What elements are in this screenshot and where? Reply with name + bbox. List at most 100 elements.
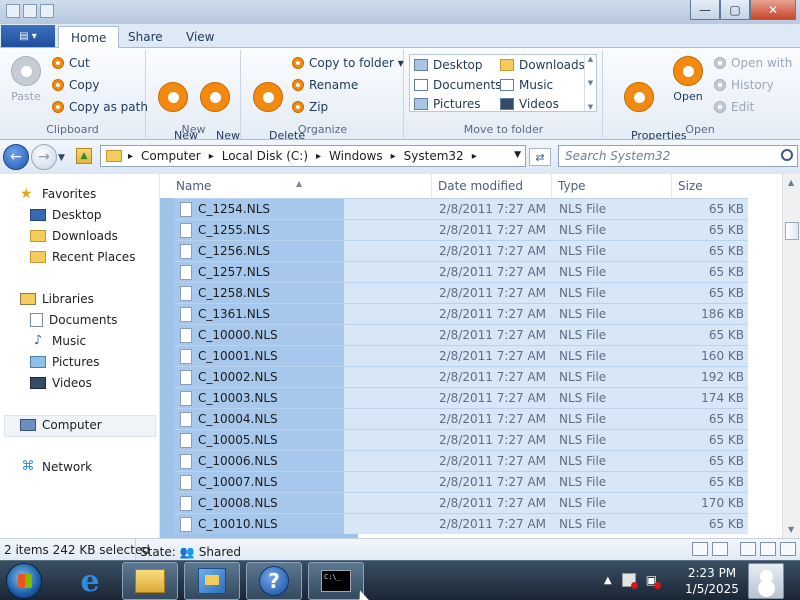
- file-row[interactable]: C_10004.NLS 2/8/2011 7:27 AM NLS File 65 KB: [174, 408, 748, 429]
- tab-share[interactable]: Share: [116, 26, 175, 48]
- refresh-button[interactable]: ⇄: [529, 148, 551, 166]
- nav-recent-places[interactable]: Recent Places: [30, 250, 135, 264]
- file-row[interactable]: C_10007.NLS 2/8/2011 7:27 AM NLS File 65 KB: [174, 471, 748, 492]
- open-with-button[interactable]: Open with: [714, 56, 792, 70]
- breadcrumb-local-disk[interactable]: Local Disk (C:): [222, 149, 316, 163]
- file-row[interactable]: C_10003.NLS 2/8/2011 7:27 AM NLS File 174 K…: [174, 387, 748, 408]
- taskbar-internet-explorer[interactable]: e: [62, 562, 118, 600]
- file-name-cell[interactable]: C_10005.NLS: [174, 430, 344, 450]
- file-name-cell[interactable]: C_10002.NLS: [174, 367, 344, 387]
- scroll-down-icon[interactable]: ▼: [788, 525, 794, 534]
- details-view-icon[interactable]: [692, 542, 708, 556]
- file-name-cell[interactable]: C_1258.NLS: [174, 283, 344, 303]
- maximize-button[interactable]: ▢: [720, 0, 750, 20]
- file-name-cell[interactable]: C_1361.NLS: [174, 304, 344, 324]
- nav-music[interactable]: ♪ Music: [30, 334, 86, 349]
- file-name-cell[interactable]: C_10000.NLS: [174, 325, 344, 345]
- nav-network[interactable]: ⌘ Network: [20, 460, 93, 475]
- column-size[interactable]: Size: [672, 174, 748, 198]
- show-hidden-icons[interactable]: ▲: [604, 575, 612, 586]
- minimize-button[interactable]: —: [690, 0, 720, 20]
- paste-button[interactable]: Paste: [8, 56, 44, 103]
- qat-new-folder-icon[interactable]: [23, 4, 37, 18]
- search-input[interactable]: Search System32: [558, 145, 798, 167]
- file-row[interactable]: C_10010.NLS 2/8/2011 7:27 AM NLS File 65 KB: [174, 513, 748, 534]
- cut-button[interactable]: Cut: [52, 56, 90, 70]
- navigation-pane-toggle-icon[interactable]: [780, 542, 796, 556]
- vertical-scrollbar[interactable]: ▲ ▼: [782, 174, 800, 538]
- up-folder-icon[interactable]: ▲: [76, 148, 92, 164]
- start-button[interactable]: [6, 563, 42, 599]
- nav-computer[interactable]: Computer: [20, 418, 102, 432]
- nav-libraries[interactable]: Libraries: [20, 292, 94, 306]
- file-row[interactable]: C_1254.NLS 2/8/2011 7:27 AM NLS File 65 KB: [174, 198, 748, 219]
- address-dropdown-icon[interactable]: ▼: [514, 150, 521, 160]
- file-name-cell[interactable]: C_10003.NLS: [174, 388, 344, 408]
- taskbar-help[interactable]: ?: [246, 562, 302, 600]
- nav-downloads[interactable]: Downloads: [30, 229, 118, 243]
- nav-documents[interactable]: Documents: [30, 313, 117, 327]
- taskbar-file-explorer[interactable]: [122, 562, 178, 600]
- copy-as-path-button[interactable]: Copy as path: [52, 100, 148, 114]
- file-name-cell[interactable]: C_10006.NLS: [174, 451, 344, 471]
- breadcrumb-separator[interactable]: ▸: [316, 151, 329, 162]
- gallery-up-icon[interactable]: ▲: [588, 55, 593, 63]
- file-row[interactable]: C_10005.NLS 2/8/2011 7:27 AM NLS File 65 KB: [174, 429, 748, 450]
- file-name-cell[interactable]: C_1254.NLS: [174, 199, 344, 219]
- address-input[interactable]: ▸ Computer ▸ Local Disk (C:) ▸ Windows ▸…: [100, 145, 526, 167]
- file-row[interactable]: C_1257.NLS 2/8/2011 7:27 AM NLS File 65 KB: [174, 261, 748, 282]
- action-center-icon[interactable]: [621, 573, 638, 589]
- file-name-cell[interactable]: C_10004.NLS: [174, 409, 344, 429]
- file-row[interactable]: C_10006.NLS 2/8/2011 7:27 AM NLS File 65 KB: [174, 450, 748, 471]
- move-to-desktop[interactable]: Desktop: [414, 58, 483, 72]
- rename-button[interactable]: Rename: [292, 78, 358, 92]
- file-row[interactable]: C_10002.NLS 2/8/2011 7:27 AM NLS File 192 K…: [174, 366, 748, 387]
- file-row[interactable]: C_1255.NLS 2/8/2011 7:27 AM NLS File 65 KB: [174, 219, 748, 240]
- qat-dropdown-icon[interactable]: [40, 4, 54, 18]
- file-name-cell[interactable]: C_1257.NLS: [174, 262, 344, 282]
- preview-pane-icon[interactable]: [740, 542, 756, 556]
- scroll-up-icon[interactable]: ▲: [788, 178, 794, 187]
- file-menu-button[interactable]: ▤ ▾: [1, 25, 55, 47]
- move-to-pictures[interactable]: Pictures: [414, 97, 481, 111]
- copy-to-folder-button[interactable]: Copy to folder ▾: [292, 56, 404, 70]
- move-to-videos[interactable]: Videos: [500, 97, 559, 111]
- breadcrumb-windows[interactable]: Windows: [329, 149, 391, 163]
- zip-button[interactable]: Zip: [292, 100, 328, 114]
- file-row[interactable]: C_10001.NLS 2/8/2011 7:27 AM NLS File 160 K…: [174, 345, 748, 366]
- file-name-cell[interactable]: C_10001.NLS: [174, 346, 344, 366]
- gallery-more-icon[interactable]: ▼: [588, 103, 593, 111]
- recent-locations-dropdown[interactable]: ▼: [58, 153, 65, 163]
- gallery-down-icon[interactable]: ▼: [588, 79, 593, 87]
- file-name-cell[interactable]: C_1255.NLS: [174, 220, 344, 240]
- file-name-cell[interactable]: C_10008.NLS: [174, 493, 344, 513]
- scroll-thumb[interactable]: [785, 222, 799, 240]
- file-row[interactable]: C_1361.NLS 2/8/2011 7:27 AM NLS File 186 KB: [174, 303, 748, 324]
- move-to-downloads[interactable]: Downloads: [500, 58, 585, 72]
- details-pane-icon[interactable]: [760, 542, 776, 556]
- tab-view[interactable]: View: [174, 26, 226, 48]
- move-to-music[interactable]: Music: [500, 78, 553, 92]
- breadcrumb-separator[interactable]: ▸: [209, 151, 222, 162]
- file-row[interactable]: C_1258.NLS 2/8/2011 7:27 AM NLS File 65 KB: [174, 282, 748, 303]
- nav-favorites[interactable]: ★ Favorites: [20, 187, 96, 201]
- breadcrumb-separator[interactable]: ▸: [472, 151, 485, 162]
- gallery-scroll[interactable]: ▲ ▼ ▼: [584, 55, 596, 111]
- tab-home[interactable]: Home: [58, 26, 120, 49]
- breadcrumb-computer[interactable]: Computer: [141, 149, 209, 163]
- search-icon[interactable]: [781, 149, 793, 161]
- taskbar-paint[interactable]: [184, 562, 240, 600]
- close-button[interactable]: ✕: [750, 0, 796, 20]
- breadcrumb-system32[interactable]: System32: [404, 149, 472, 163]
- forward-button[interactable]: →: [31, 144, 57, 170]
- breadcrumb-separator[interactable]: ▸: [391, 151, 404, 162]
- file-name-cell[interactable]: C_10007.NLS: [174, 472, 344, 492]
- clock[interactable]: 2:23 PM 1/5/2025: [684, 565, 740, 597]
- edit-button[interactable]: Edit: [714, 100, 754, 114]
- breadcrumb-separator[interactable]: ▸: [128, 151, 141, 162]
- back-button[interactable]: ←: [3, 144, 29, 170]
- move-to-documents[interactable]: Documents: [414, 78, 501, 92]
- column-name[interactable]: ▲ Name: [160, 174, 432, 198]
- column-date-modified[interactable]: Date modified: [432, 174, 552, 198]
- network-status-icon[interactable]: ▣: [646, 573, 662, 589]
